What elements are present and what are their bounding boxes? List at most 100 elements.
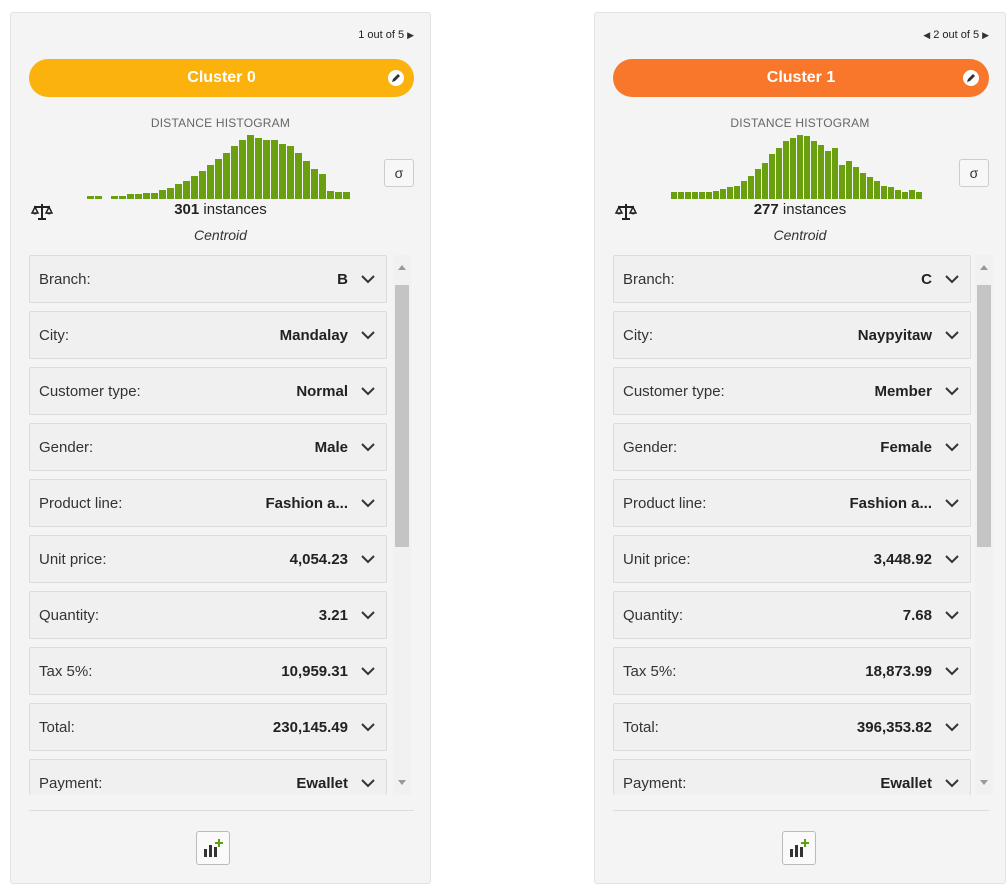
prev-arrow-icon[interactable]: ◀ bbox=[923, 30, 930, 41]
histogram-bar bbox=[783, 141, 789, 199]
field-label: Quantity: bbox=[623, 606, 684, 624]
scroll-down-arrow-icon[interactable] bbox=[398, 780, 406, 785]
sigma-button[interactable]: σ bbox=[959, 159, 989, 187]
chevron-down-icon[interactable] bbox=[360, 272, 376, 286]
scrollbar[interactable] bbox=[393, 255, 411, 795]
field-list: Branch: B City: Mandalay Customer type: Norma… bbox=[29, 255, 389, 795]
field-row[interactable]: Payment: Ewallet bbox=[29, 759, 387, 795]
histogram-bar bbox=[127, 194, 134, 199]
field-value: Normal bbox=[296, 382, 348, 400]
chevron-down-icon[interactable] bbox=[944, 272, 960, 286]
chevron-down-icon[interactable] bbox=[360, 720, 376, 734]
chevron-down-icon[interactable] bbox=[944, 776, 960, 790]
field-row[interactable]: Product line: Fashion a... bbox=[613, 479, 971, 527]
field-label: Total: bbox=[623, 718, 659, 736]
chevron-down-icon[interactable] bbox=[360, 608, 376, 622]
divider bbox=[29, 810, 414, 811]
scroll-up-arrow-icon[interactable] bbox=[980, 265, 988, 270]
histogram-bar bbox=[832, 148, 838, 199]
field-label: Product line: bbox=[623, 494, 707, 512]
field-row[interactable]: Unit price: 4,054.23 bbox=[29, 535, 387, 583]
field-row[interactable]: Customer type: Member bbox=[613, 367, 971, 415]
scroll-up-arrow-icon[interactable] bbox=[398, 265, 406, 270]
field-value: 7.68 bbox=[902, 606, 932, 624]
field-label: Unit price: bbox=[39, 550, 107, 568]
field-row[interactable]: Gender: Male bbox=[29, 423, 387, 471]
field-row[interactable]: City: Naypyitaw bbox=[613, 311, 971, 359]
histogram-bar bbox=[748, 176, 754, 199]
chevron-down-icon[interactable] bbox=[944, 608, 960, 622]
field-row[interactable]: Branch: B bbox=[29, 255, 387, 303]
field-row[interactable]: Total: 396,353.82 bbox=[613, 703, 971, 751]
chevron-down-icon[interactable] bbox=[944, 328, 960, 342]
chevron-down-icon[interactable] bbox=[360, 440, 376, 454]
field-label: Customer type: bbox=[623, 382, 725, 400]
edit-icon[interactable] bbox=[388, 70, 404, 86]
histogram-bar bbox=[762, 163, 768, 199]
scrollbar-thumb[interactable] bbox=[395, 285, 409, 547]
histogram-bar bbox=[175, 184, 182, 199]
histogram-bar bbox=[207, 165, 214, 199]
histogram-bar bbox=[295, 153, 302, 199]
field-label: City: bbox=[39, 326, 69, 344]
chevron-down-icon[interactable] bbox=[360, 776, 376, 790]
field-row[interactable]: City: Mandalay bbox=[29, 311, 387, 359]
scrollbar[interactable] bbox=[975, 255, 993, 795]
scrollbar-thumb[interactable] bbox=[977, 285, 991, 547]
histogram-bar bbox=[734, 186, 740, 199]
add-chart-button[interactable] bbox=[782, 831, 816, 865]
histogram-bar bbox=[909, 190, 915, 199]
field-row[interactable]: Total: 230,145.49 bbox=[29, 703, 387, 751]
field-value: Male bbox=[314, 438, 348, 456]
next-arrow-icon[interactable]: ▶ bbox=[982, 30, 989, 41]
histogram-bar bbox=[671, 192, 677, 199]
chevron-down-icon[interactable] bbox=[360, 384, 376, 398]
chevron-down-icon[interactable] bbox=[944, 664, 960, 678]
chevron-down-icon[interactable] bbox=[944, 440, 960, 454]
field-label: Quantity: bbox=[39, 606, 100, 624]
field-row[interactable]: Gender: Female bbox=[613, 423, 971, 471]
histogram-bar bbox=[860, 173, 866, 199]
next-arrow-icon[interactable]: ▶ bbox=[407, 30, 414, 41]
field-row[interactable]: Quantity: 7.68 bbox=[613, 591, 971, 639]
histogram-bar bbox=[119, 196, 126, 199]
histogram-bar bbox=[111, 196, 118, 199]
histogram-bar bbox=[727, 187, 733, 199]
histogram-bar bbox=[223, 153, 230, 199]
edit-icon[interactable] bbox=[963, 70, 979, 86]
chevron-down-icon[interactable] bbox=[360, 664, 376, 678]
field-row[interactable]: Tax 5%: 18,873.99 bbox=[613, 647, 971, 695]
field-label: Branch: bbox=[623, 270, 675, 288]
scroll-down-arrow-icon[interactable] bbox=[980, 780, 988, 785]
chevron-down-icon[interactable] bbox=[944, 384, 960, 398]
cluster-name: Cluster 1 bbox=[766, 69, 836, 86]
field-row[interactable]: Quantity: 3.21 bbox=[29, 591, 387, 639]
field-row[interactable]: Branch: C bbox=[613, 255, 971, 303]
field-row[interactable]: Payment: Ewallet bbox=[613, 759, 971, 795]
field-label: Total: bbox=[39, 718, 75, 736]
histogram-bar bbox=[916, 192, 922, 199]
distance-histogram bbox=[87, 133, 357, 199]
field-row[interactable]: Unit price: 3,448.92 bbox=[613, 535, 971, 583]
histogram-bar bbox=[215, 159, 222, 199]
chevron-down-icon[interactable] bbox=[360, 552, 376, 566]
field-list: Branch: C City: Naypyitaw Customer type: Memb… bbox=[613, 255, 973, 795]
chevron-down-icon[interactable] bbox=[360, 496, 376, 510]
sigma-button[interactable]: σ bbox=[384, 159, 414, 187]
divider bbox=[613, 810, 989, 811]
field-value: Female bbox=[880, 438, 932, 456]
field-value: Ewallet bbox=[880, 774, 932, 792]
histogram-bar bbox=[87, 196, 94, 199]
histogram-bar bbox=[239, 140, 246, 199]
histogram-bar bbox=[685, 192, 691, 199]
field-row[interactable]: Customer type: Normal bbox=[29, 367, 387, 415]
field-row[interactable]: Tax 5%: 10,959.31 bbox=[29, 647, 387, 695]
pager-text: 2 out of 5 bbox=[933, 29, 980, 41]
add-chart-button[interactable] bbox=[196, 831, 230, 865]
histogram-bar bbox=[183, 181, 190, 199]
chevron-down-icon[interactable] bbox=[944, 496, 960, 510]
chevron-down-icon[interactable] bbox=[360, 328, 376, 342]
chevron-down-icon[interactable] bbox=[944, 552, 960, 566]
field-row[interactable]: Product line: Fashion a... bbox=[29, 479, 387, 527]
chevron-down-icon[interactable] bbox=[944, 720, 960, 734]
